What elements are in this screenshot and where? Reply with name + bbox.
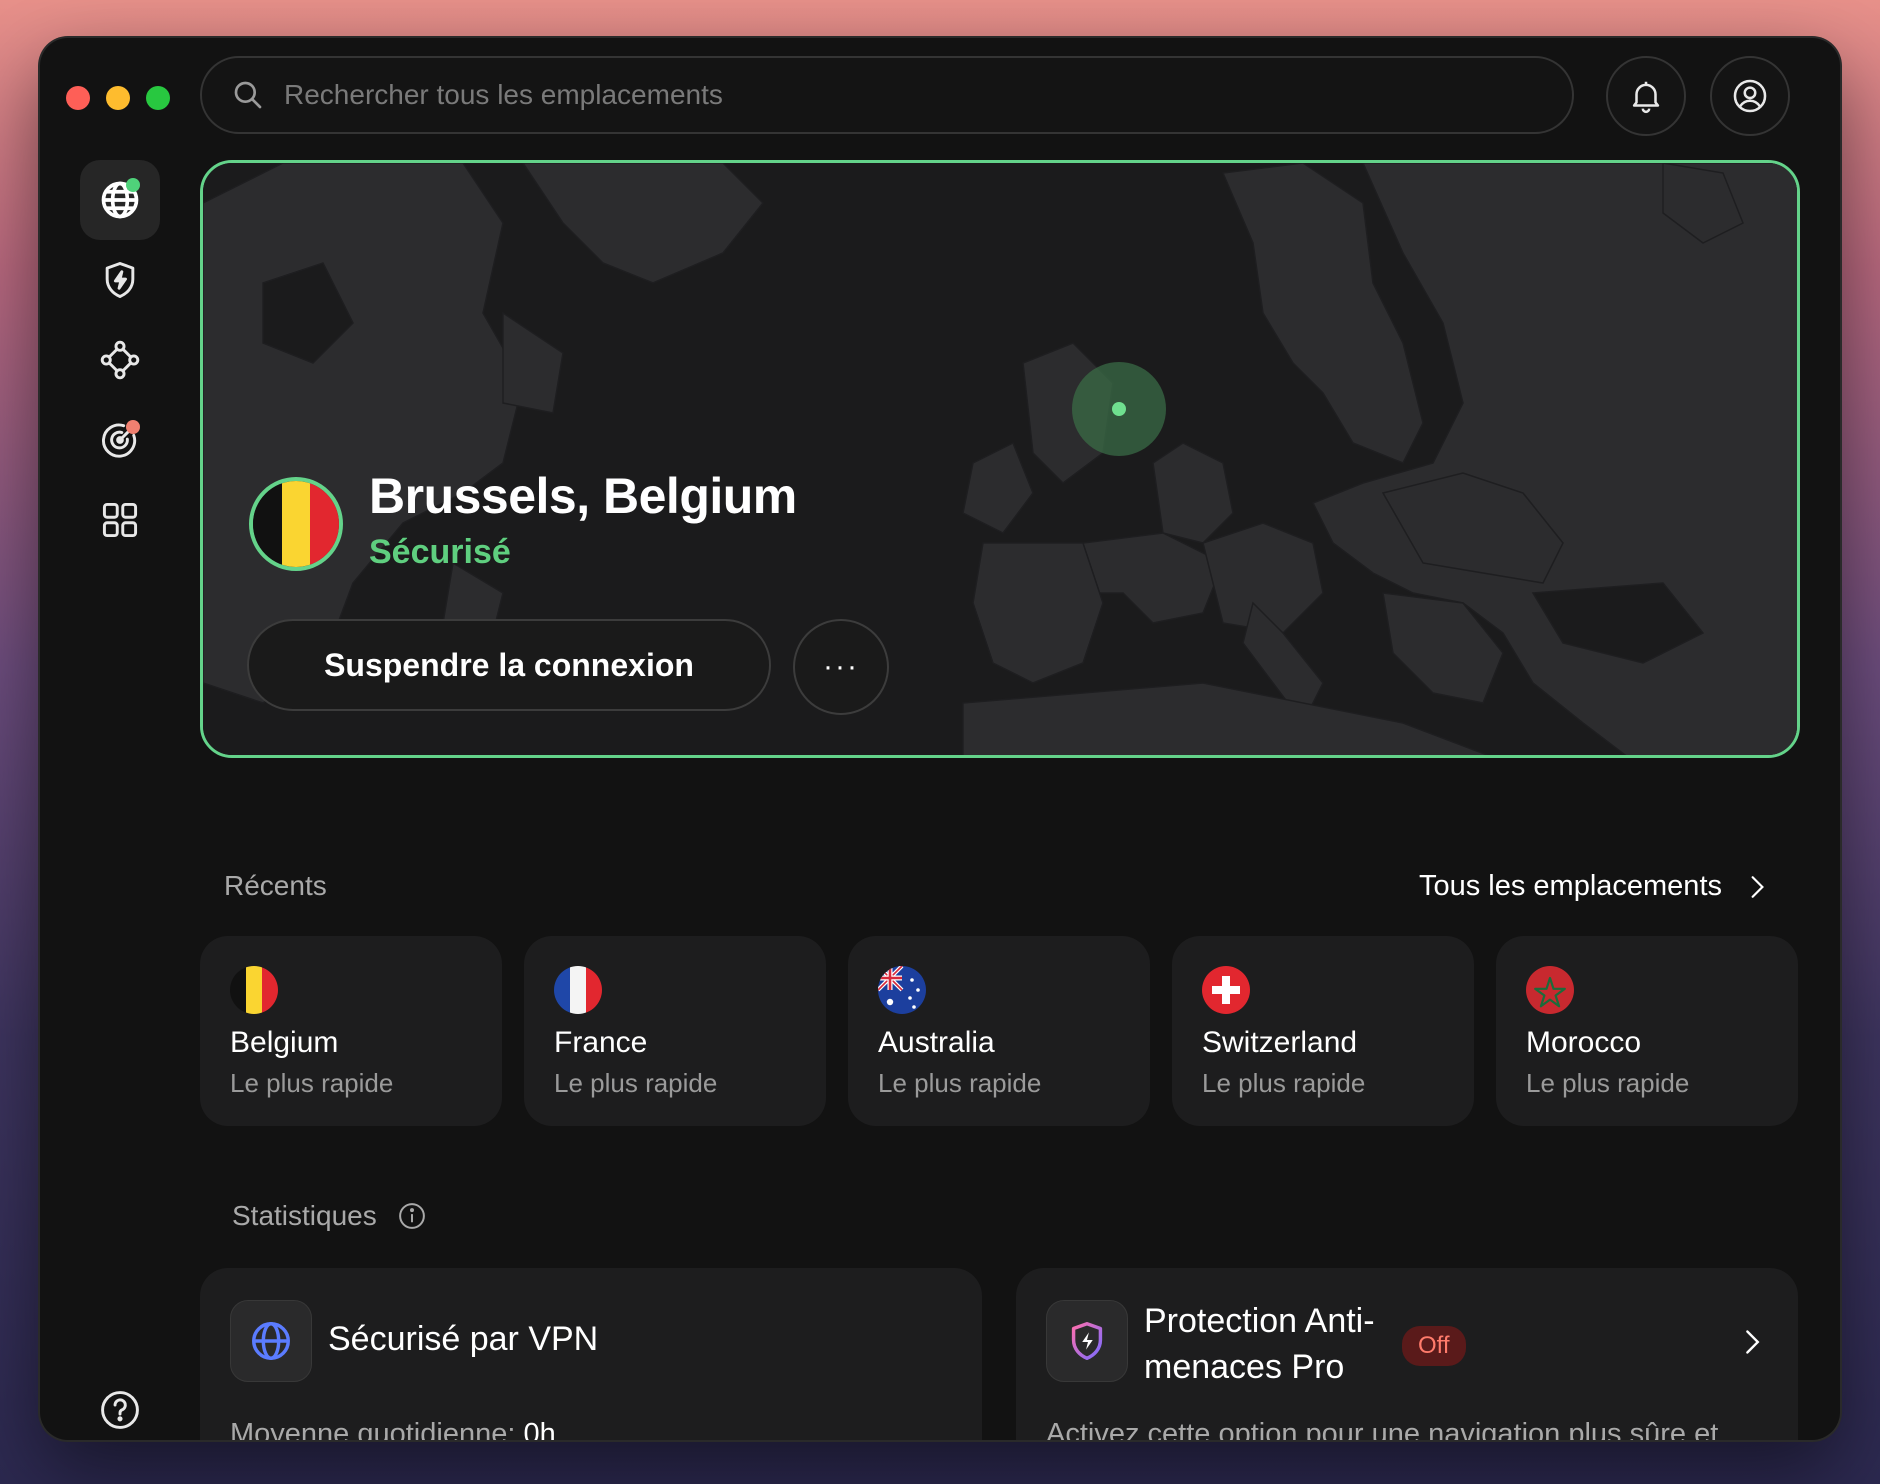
connection-card: Brussels, Belgium Sécurisé Suspendre la … [200, 160, 1800, 758]
alert-indicator [126, 420, 140, 434]
recent-location-sub: Le plus rapide [1202, 1068, 1366, 1098]
notifications-button[interactable] [1606, 56, 1686, 136]
daily-average-label: Moyenne quotidienne: [230, 1418, 516, 1440]
recent-location-name: Belgium [230, 1026, 339, 1059]
sidebar-item-threat-protection[interactable] [80, 240, 160, 320]
vpn-stat-icon-tile [230, 1300, 312, 1382]
globe-icon [252, 1322, 290, 1360]
window-controls [66, 86, 170, 110]
belgium-flag-icon [230, 966, 278, 1014]
close-window-button[interactable] [66, 86, 90, 110]
sidebar-item-meshnet[interactable] [80, 320, 160, 400]
recent-location-sub: Le plus rapide [230, 1068, 394, 1098]
statistics-heading: Statistiques [232, 1200, 377, 1231]
daily-average-value: 0h [523, 1418, 556, 1440]
more-options-button[interactable]: ··· [793, 619, 889, 715]
recent-location-name: Switzerland [1202, 1026, 1358, 1059]
all-locations-label: Tous les emplacements [1418, 870, 1722, 902]
recent-location-card[interactable]: Belgium Le plus rapide [200, 936, 502, 1126]
sidebar-item-locations[interactable] [80, 160, 160, 240]
sidebar-item-help[interactable] [80, 1370, 160, 1440]
recents-heading: Récents [224, 870, 327, 901]
recent-location-sub: Le plus rapide [554, 1068, 718, 1098]
connection-status: Sécurisé [369, 533, 511, 571]
recent-location-name: Morocco [1526, 1026, 1642, 1059]
maximize-window-button[interactable] [146, 86, 170, 110]
more-icon: ··· [823, 650, 859, 683]
all-locations-link[interactable]: Tous les emplacements [1419, 870, 1770, 903]
statistics-heading-row: Statistiques [232, 1200, 427, 1232]
vpn-stats-card[interactable]: Sécurisé par VPN Moyenne quotidienne: 0h [200, 1268, 982, 1440]
recent-location-card[interactable]: France Le plus rapide [524, 936, 826, 1126]
search-bar[interactable] [200, 56, 1574, 134]
connected-location-title: Brussels, Belgium [369, 468, 797, 524]
grid-icon [102, 502, 138, 538]
recent-location-name: France [554, 1026, 648, 1059]
chevron-right-icon [1746, 1330, 1760, 1354]
sidebar-item-dark-web-monitor[interactable] [80, 400, 160, 480]
france-flag-icon [554, 966, 602, 1014]
recent-location-card[interactable]: Morocco Le plus rapide [1496, 936, 1798, 1126]
recent-location-name: Australia [878, 1026, 995, 1059]
switzerland-flag-icon [1202, 966, 1250, 1014]
recent-location-sub: Le plus rapide [1526, 1068, 1690, 1098]
recent-location-card[interactable]: Switzerland Le plus rapide [1172, 936, 1474, 1126]
chevron-right-icon [1751, 875, 1764, 898]
threat-stat-icon-tile [1046, 1300, 1128, 1382]
info-icon[interactable] [397, 1201, 427, 1231]
belgium-flag-icon [249, 477, 343, 571]
search-input[interactable] [282, 78, 1486, 112]
recent-location-card[interactable]: Australia Le plus rapide [848, 936, 1150, 1126]
status-badge: Off [1402, 1326, 1466, 1366]
recent-location-sub: Le plus rapide [878, 1068, 1042, 1098]
threat-protection-title: Protection Anti-menaces Pro [1144, 1302, 1375, 1386]
australia-flag-icon [878, 966, 926, 1014]
bell-icon [1632, 81, 1660, 114]
connected-indicator [126, 178, 140, 192]
app-window: Brussels, Belgium Sécurisé Suspendre la … [40, 38, 1840, 1440]
minimize-window-button[interactable] [106, 86, 130, 110]
user-icon [1733, 79, 1767, 113]
help-icon [101, 1391, 139, 1429]
morocco-flag-icon [1526, 966, 1574, 1014]
vpn-daily-average: Moyenne quotidienne: 0h [230, 1418, 556, 1440]
threat-protection-card[interactable]: Protection Anti-menaces Pro Off Activez … [1016, 1268, 1798, 1440]
shield-bolt-icon [1071, 1322, 1103, 1360]
vpn-stats-title: Sécurisé par VPN [328, 1320, 599, 1358]
pause-connection-button[interactable]: Suspendre la connexion [247, 619, 771, 711]
sidebar-item-apps[interactable] [80, 480, 160, 560]
shield-bolt-icon [105, 262, 135, 298]
search-icon [234, 81, 262, 109]
account-button[interactable] [1710, 56, 1790, 136]
threat-protection-description: Activez cette option pour une navigation… [1046, 1418, 1719, 1440]
network-icon [100, 340, 140, 380]
